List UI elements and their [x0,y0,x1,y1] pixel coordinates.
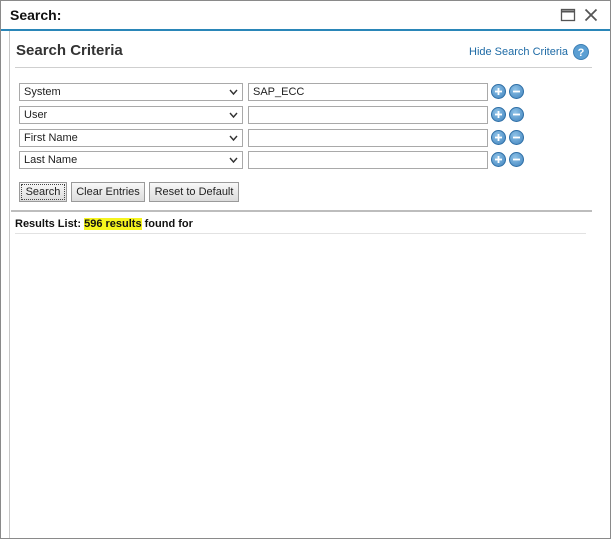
remove-row-icon[interactable] [509,152,524,167]
reset-to-default-button[interactable]: Reset to Default [149,182,239,202]
chevron-down-icon [229,112,238,119]
results-suffix: found for [141,218,193,230]
help-icon[interactable]: ? [573,44,589,60]
search-button[interactable]: Search [19,182,67,202]
field-select-label: System [24,86,61,98]
remove-row-icon[interactable] [509,107,524,122]
criteria-row: Last Name [19,151,529,169]
results-count: 596 results [84,218,142,230]
field-select-label: User [24,109,48,121]
search-window: Search: Search Criteria Hide Search Crit… [0,0,611,539]
field-select-first-name[interactable]: First Name [19,129,243,147]
window-title: Search: [10,7,62,23]
add-row-icon[interactable] [491,130,506,145]
add-row-icon[interactable] [491,107,506,122]
add-row-icon[interactable] [491,84,506,99]
chevron-down-icon [229,89,238,96]
close-icon[interactable] [583,7,599,23]
results-summary: Results List: 596 results found for [15,218,193,230]
field-select-system[interactable]: System [19,83,243,101]
results-prefix: Results List: [15,218,85,230]
field-select-user[interactable]: User [19,106,243,124]
window-titlebar: Search: [1,1,610,31]
value-input-user[interactable] [248,106,488,124]
field-select-label: First Name [24,132,78,144]
value-input-first-name[interactable] [248,129,488,147]
add-row-icon[interactable] [491,152,506,167]
value-input-system[interactable] [248,83,488,101]
left-divider [9,31,10,538]
criteria-divider [15,67,592,68]
remove-row-icon[interactable] [509,130,524,145]
field-select-last-name[interactable]: Last Name [19,151,243,169]
criteria-row: System [19,83,529,101]
results-list-divider [15,233,586,234]
value-input-last-name[interactable] [248,151,488,169]
chevron-down-icon [229,135,238,142]
hide-search-criteria-link[interactable]: Hide Search Criteria [469,46,568,58]
maximize-icon[interactable] [560,7,576,23]
search-criteria-heading: Search Criteria [16,42,123,59]
results-divider [11,210,592,212]
remove-row-icon[interactable] [509,84,524,99]
criteria-row: First Name [19,129,529,147]
criteria-row: User [19,106,529,124]
field-select-label: Last Name [24,154,78,166]
clear-entries-button[interactable]: Clear Entries [71,182,145,202]
chevron-down-icon [229,157,238,164]
